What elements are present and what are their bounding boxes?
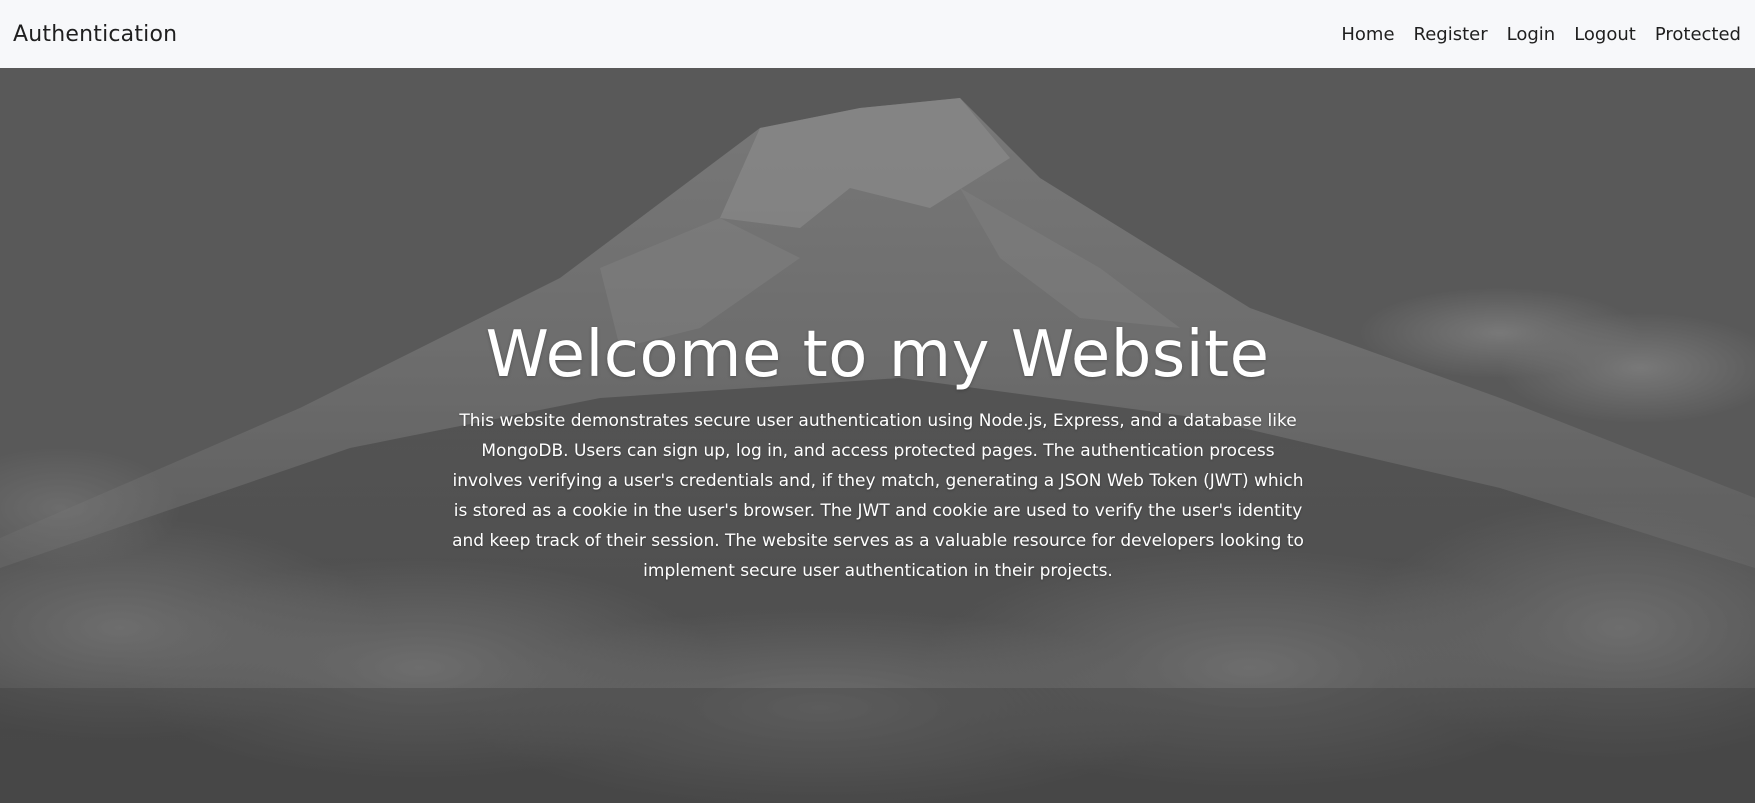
brand-link[interactable]: Authentication: [13, 22, 177, 47]
nav-link-home[interactable]: Home: [1341, 24, 1394, 45]
top-navbar: Authentication Home Register Login Logou…: [0, 0, 1755, 68]
hero-description: This website demonstrates secure user au…: [452, 411, 1304, 581]
hero-section: Welcome to my Website This website demon…: [0, 68, 1755, 803]
nav-link-login[interactable]: Login: [1507, 24, 1556, 45]
nav-links: Home Register Login Logout Protected: [1322, 24, 1741, 45]
hero-content: Welcome to my Website This website demon…: [0, 68, 1755, 803]
nav-link-logout[interactable]: Logout: [1574, 24, 1636, 45]
nav-link-protected[interactable]: Protected: [1655, 24, 1741, 45]
hero-title: Welcome to my Website: [485, 318, 1270, 392]
nav-link-register[interactable]: Register: [1414, 24, 1488, 45]
